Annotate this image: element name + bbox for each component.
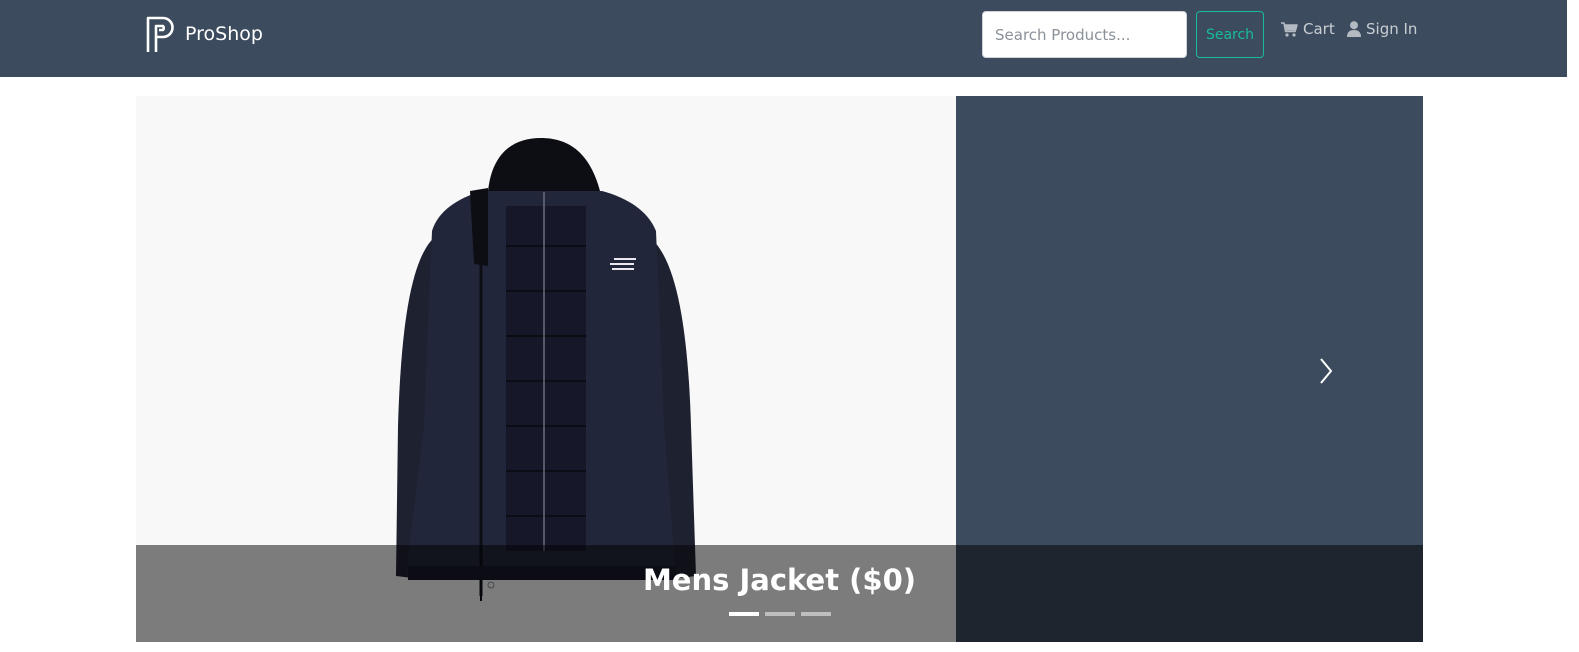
cart-icon: [1281, 21, 1298, 37]
proshop-logo-icon: [146, 16, 174, 52]
search-input[interactable]: [982, 11, 1187, 58]
brand-link[interactable]: ProShop: [146, 14, 263, 54]
cart-label: Cart: [1303, 20, 1335, 38]
carousel-indicator-2[interactable]: [765, 612, 795, 616]
carousel-caption-title[interactable]: Mens Jacket ($0): [136, 563, 1423, 597]
carousel-indicators: [729, 612, 837, 616]
user-icon: [1347, 21, 1361, 37]
chevron-left-icon: [226, 358, 239, 384]
product-carousel: Mens Jacket ($0): [136, 96, 1423, 642]
search-button[interactable]: Search: [1196, 11, 1264, 58]
carousel-indicator-1[interactable]: [729, 612, 759, 616]
carousel-next-button[interactable]: [1311, 351, 1341, 391]
cart-link[interactable]: Cart: [1281, 20, 1335, 38]
brand-name: ProShop: [185, 23, 263, 45]
sign-in-label: Sign In: [1366, 20, 1418, 38]
sign-in-link[interactable]: Sign In: [1347, 20, 1417, 38]
carousel-indicator-3[interactable]: [801, 612, 831, 616]
navbar: ProShop Search Cart Sign In: [0, 0, 1567, 77]
chevron-right-icon: [1320, 358, 1333, 384]
carousel-prev-button[interactable]: [218, 351, 248, 391]
